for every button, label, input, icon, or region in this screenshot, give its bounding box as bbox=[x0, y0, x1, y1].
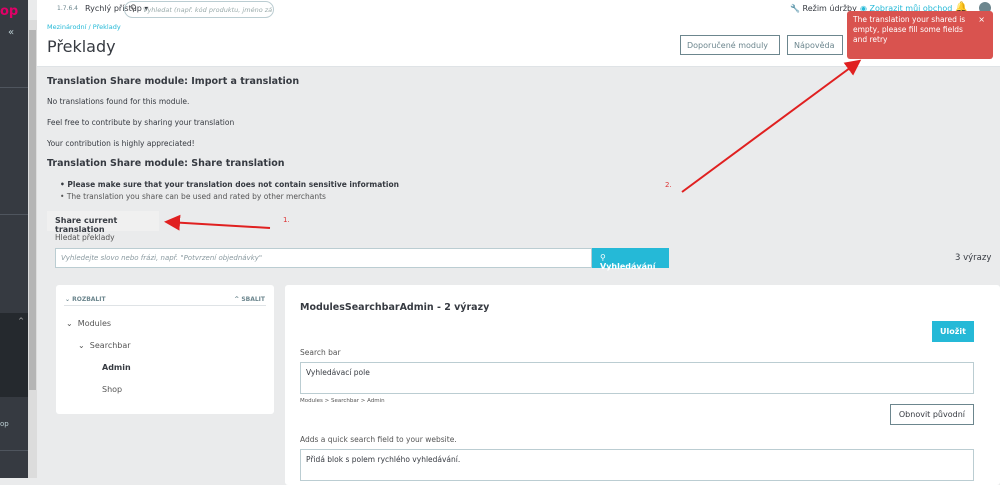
annotation-label-2: 2. bbox=[665, 181, 672, 189]
search-icon: ⚲ bbox=[130, 4, 137, 14]
sidebar-item[interactable]: op bbox=[0, 420, 9, 428]
translation-textarea[interactable]: Přidá blok s polem rychlého vyhledávání. bbox=[300, 449, 974, 481]
global-search-input[interactable]: ⚲ Vyhledat (např. kód produktu, jméno zá bbox=[124, 1, 274, 18]
page-title: Překlady bbox=[47, 37, 116, 56]
save-button[interactable]: Uložit bbox=[932, 321, 974, 342]
share-current-translation-button[interactable]: Share current translation bbox=[47, 211, 159, 234]
translation-tree: ⌄ ROZBALIT ^ SBALIT ⌄ Modules ⌄ Searchba… bbox=[56, 285, 274, 414]
import-text: Feel free to contribute by sharing your … bbox=[47, 118, 235, 127]
tree-node-shop[interactable]: Shop bbox=[102, 385, 122, 394]
divider bbox=[0, 450, 28, 451]
logo: op bbox=[0, 4, 19, 19]
share-title: Translation Share module: Share translat… bbox=[47, 158, 285, 169]
tree-node-searchbar[interactable]: ⌄ Searchbar bbox=[78, 341, 131, 350]
translation-search-input[interactable]: Vyhledejte slovo nebo frázi, např. "Potv… bbox=[55, 248, 592, 268]
translation-editor: ModulesSearchbarAdmin - 2 výrazy Uložit … bbox=[285, 285, 1000, 485]
annotation-arrow-1 bbox=[164, 214, 271, 231]
import-text: Your contribution is highly appreciated! bbox=[47, 139, 195, 148]
collapse-all-button[interactable]: ^ SBALIT bbox=[234, 296, 265, 303]
search-button[interactable]: ⚲ Vyhledávání bbox=[592, 248, 669, 271]
import-text: No translations found for this module. bbox=[47, 97, 190, 106]
close-icon[interactable]: × bbox=[978, 15, 985, 25]
collapse-sidebar-icon[interactable]: « bbox=[8, 27, 14, 38]
tree-node-modules[interactable]: ⌄ Modules bbox=[66, 319, 111, 328]
toast-message: The translation your shared is empty, pl… bbox=[853, 15, 966, 44]
breadcrumb[interactable]: Mezinárodní / Překlady bbox=[47, 23, 121, 31]
divider bbox=[0, 214, 28, 215]
recommended-modules-button[interactable]: Doporučené moduly bbox=[680, 35, 780, 55]
source-text: Adds a quick search field to your websit… bbox=[300, 435, 457, 444]
tree-node-admin[interactable]: Admin bbox=[102, 363, 131, 372]
search-icon: ⚲ bbox=[600, 253, 606, 262]
sidebar-active-section[interactable]: ^ bbox=[0, 313, 28, 397]
import-title: Translation Share module: Import a trans… bbox=[47, 76, 300, 87]
translation-textarea[interactable]: Vyhledávací pole bbox=[300, 362, 974, 394]
translation-path: Modules > Searchbar > Admin bbox=[300, 398, 385, 404]
annotation-arrow-2 bbox=[681, 59, 862, 193]
expression-count: 3 výrazy bbox=[955, 253, 992, 263]
scrollbar-thumb[interactable] bbox=[29, 30, 36, 390]
share-bullet: • Please make sure that your translation… bbox=[60, 180, 399, 189]
error-toast: The translation your shared is empty, pl… bbox=[847, 11, 993, 59]
editor-title: ModulesSearchbarAdmin - 2 výrazy bbox=[300, 302, 490, 313]
expand-all-button[interactable]: ⌄ ROZBALIT bbox=[65, 296, 106, 303]
divider bbox=[64, 305, 266, 306]
scrollbar[interactable] bbox=[28, 20, 37, 478]
reset-original-button[interactable]: Obnovit původní bbox=[889, 404, 974, 425]
source-text: Search bar bbox=[300, 348, 341, 357]
version: 1.7.6.4 bbox=[57, 5, 78, 12]
help-button[interactable]: Nápověda bbox=[787, 35, 843, 55]
search-label: Hledat překlady bbox=[55, 233, 115, 242]
annotation-label-1: 1. bbox=[283, 216, 290, 224]
sidebar: op « ^ op bbox=[0, 0, 28, 478]
divider bbox=[0, 87, 28, 88]
share-bullet: • The translation you share can be used … bbox=[60, 192, 326, 201]
